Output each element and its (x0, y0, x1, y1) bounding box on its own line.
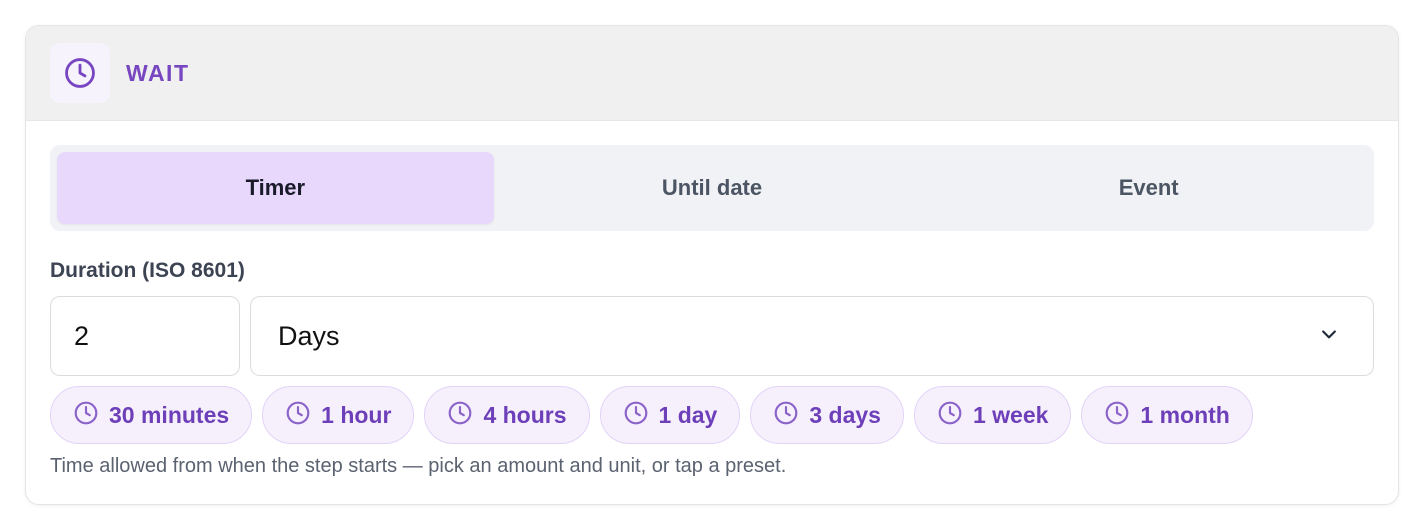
card-header: WAIT (26, 26, 1398, 121)
duration-unit-select[interactable]: Days (250, 296, 1374, 376)
preset-label: 4 hours (483, 401, 567, 428)
chevron-down-icon (1319, 324, 1339, 349)
tab-event[interactable]: Event (930, 152, 1367, 224)
duration-amount-input[interactable] (50, 296, 240, 376)
clock-icon (623, 400, 649, 431)
tab-timer[interactable]: Timer (57, 152, 494, 224)
preset-label: 3 days (809, 401, 881, 428)
duration-hint: Time allowed from when the step starts —… (50, 455, 787, 477)
duration-presets: 30 minutes 1 hour 4 hours 1 day 3 days 1… (50, 386, 1374, 444)
preset-label: 1 day (658, 401, 718, 428)
clock-icon (773, 400, 799, 431)
preset-4-hours[interactable]: 4 hours (424, 386, 590, 444)
tab-until-date[interactable]: Until date (494, 152, 931, 224)
wait-step-card: WAIT Timer Until date Event Duration (IS… (25, 25, 1399, 505)
preset-30-minutes[interactable]: 30 minutes (50, 386, 253, 444)
preset-label: 1 month (1140, 401, 1230, 428)
duration-label: Duration (ISO 8601) (50, 259, 245, 282)
clock-icon (447, 400, 473, 431)
clock-icon (285, 400, 311, 431)
preset-label: 30 minutes (109, 401, 230, 428)
preset-label: 1 week (972, 401, 1049, 428)
preset-1-month[interactable]: 1 month (1081, 386, 1253, 444)
clock-icon (1104, 400, 1130, 431)
clock-icon (50, 43, 110, 103)
preset-1-week[interactable]: 1 week (913, 386, 1072, 444)
preset-label: 1 hour (321, 401, 392, 428)
wait-type-tabs: Timer Until date Event (50, 145, 1374, 231)
clock-icon (73, 400, 99, 431)
preset-1-day[interactable]: 1 day (599, 386, 741, 444)
step-title: WAIT (126, 59, 190, 86)
clock-icon (937, 400, 963, 431)
duration-unit-value: Days (278, 320, 340, 351)
preset-1-hour[interactable]: 1 hour (262, 386, 415, 444)
preset-3-days[interactable]: 3 days (750, 386, 904, 444)
